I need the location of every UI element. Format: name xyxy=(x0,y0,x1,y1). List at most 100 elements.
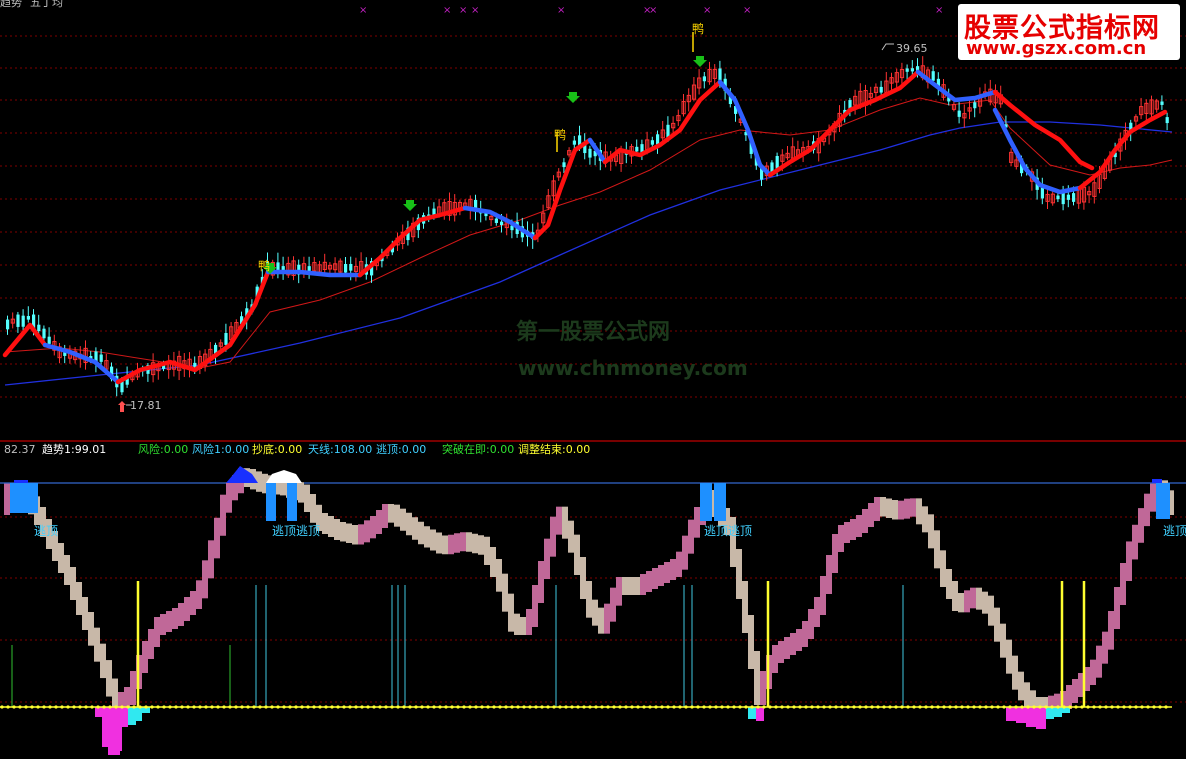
baseline-dot xyxy=(234,705,238,709)
histogram-bar-rising xyxy=(862,509,868,533)
histogram-bar-falling xyxy=(394,504,400,527)
baseline-dot xyxy=(330,705,334,709)
duck-signal-label: 鸭 xyxy=(554,128,567,142)
histogram-bar-falling xyxy=(592,599,598,626)
histogram-bar-falling xyxy=(88,612,94,646)
histogram-bar-rising xyxy=(772,645,778,673)
escape-top-block xyxy=(1156,483,1170,519)
escape-top-block xyxy=(700,483,712,521)
escape-top-block xyxy=(10,483,38,513)
bottom-zone-bar xyxy=(1016,707,1026,723)
histogram-bar-rising xyxy=(826,555,832,594)
duck-signal-label: 鸭 xyxy=(258,259,271,273)
baseline-dot xyxy=(876,705,880,709)
duck-signal-label: 鸭 xyxy=(692,22,705,36)
top-marker: × xyxy=(743,5,752,16)
baseline-dot xyxy=(930,705,934,709)
baseline-dot xyxy=(174,705,178,709)
histogram-bar-rising xyxy=(676,551,682,577)
baseline-dot xyxy=(258,705,262,709)
histogram-bar-falling xyxy=(586,581,592,618)
baseline-dot xyxy=(468,705,472,709)
baseline-dot xyxy=(690,705,694,709)
histogram-bar-falling xyxy=(1000,623,1006,658)
candle-body-down xyxy=(905,68,909,72)
baseline-dot xyxy=(504,705,508,709)
baseline-dot xyxy=(654,705,658,709)
histogram-bar-falling xyxy=(328,516,334,537)
baseline-dot xyxy=(948,705,952,709)
histogram-bar-rising xyxy=(184,597,190,621)
baseline-dot xyxy=(732,705,736,709)
indicator-adjust-end: 调整结束:0.00 xyxy=(518,443,591,456)
baseline-dot xyxy=(738,705,742,709)
histogram-bar-rising xyxy=(910,498,916,517)
baseline-dot xyxy=(996,705,1000,709)
baseline-dot xyxy=(48,705,52,709)
baseline-dot xyxy=(438,705,442,709)
baseline-dot xyxy=(564,705,568,709)
candle-body-down xyxy=(193,362,197,367)
baseline-dot xyxy=(900,705,904,709)
baseline-dot xyxy=(1056,705,1060,709)
baseline-dot xyxy=(540,705,544,709)
baseline-dot xyxy=(1140,705,1144,709)
baseline-dot xyxy=(114,705,118,709)
faint-watermark-title: 第一股票公式网 xyxy=(516,320,671,345)
baseline-dot xyxy=(318,705,322,709)
baseline-dot xyxy=(486,705,490,709)
faint-watermark-url: www.chnmoney.com xyxy=(518,356,748,380)
histogram-bar-rising xyxy=(154,617,160,647)
histogram-bar-rising xyxy=(460,532,466,552)
indicator-antenna: 天线:108.00 xyxy=(308,443,373,456)
baseline-dot xyxy=(894,705,898,709)
indicator-breakout: 突破在即:0.00 xyxy=(442,443,515,456)
baseline-dot xyxy=(528,705,532,709)
baseline-dot xyxy=(978,705,982,709)
histogram-bar-falling xyxy=(478,535,484,555)
histogram-bar-rising xyxy=(874,497,880,521)
baseline-dot xyxy=(126,705,130,709)
ticker-fragment: 五丁均 xyxy=(30,0,63,9)
histogram-bar-rising xyxy=(160,614,166,635)
histogram-bar-rising xyxy=(1114,587,1120,629)
histogram-bar-rising xyxy=(142,641,148,673)
candle-body-down xyxy=(26,316,30,320)
baseline-dot xyxy=(78,705,82,709)
baseline-dot xyxy=(636,705,640,709)
histogram-bar-rising xyxy=(820,576,826,615)
histogram-bar-rising xyxy=(1138,508,1144,543)
baseline-dot xyxy=(264,705,268,709)
histogram-bar-falling xyxy=(70,567,76,600)
histogram-bar-falling xyxy=(388,504,394,523)
baseline-dot xyxy=(342,705,346,709)
baseline-dot xyxy=(432,705,436,709)
histogram-bar-rising xyxy=(646,571,652,592)
candle-body-down xyxy=(500,221,504,225)
baseline-dot xyxy=(150,705,154,709)
bottom-zone-bar xyxy=(1036,707,1046,729)
candle-body-down xyxy=(349,263,353,271)
baseline-dot xyxy=(522,705,526,709)
histogram-bar-rising xyxy=(904,498,910,519)
candle-body-down xyxy=(344,264,348,273)
high-marker-leader xyxy=(881,43,894,51)
baseline-dot xyxy=(972,705,976,709)
baseline-dot xyxy=(1110,705,1114,709)
baseline-dot xyxy=(1104,705,1108,709)
histogram-bar-falling xyxy=(562,506,568,539)
baseline-dot xyxy=(870,705,874,709)
baseline-dot xyxy=(1074,705,1078,709)
baseline-dot xyxy=(102,705,106,709)
baseline-dot xyxy=(840,705,844,709)
histogram-bar-falling xyxy=(748,615,754,669)
top-marker: × xyxy=(471,5,480,16)
histogram-bar-falling xyxy=(304,484,310,512)
baseline-dot xyxy=(1014,705,1018,709)
baseline-dot xyxy=(534,705,538,709)
histogram-bar-rising xyxy=(358,524,364,545)
histogram-bar-rising xyxy=(190,591,196,615)
bottom-zone-bar xyxy=(128,707,136,725)
baseline-dot xyxy=(1044,705,1048,709)
candle-body-down xyxy=(718,68,722,82)
